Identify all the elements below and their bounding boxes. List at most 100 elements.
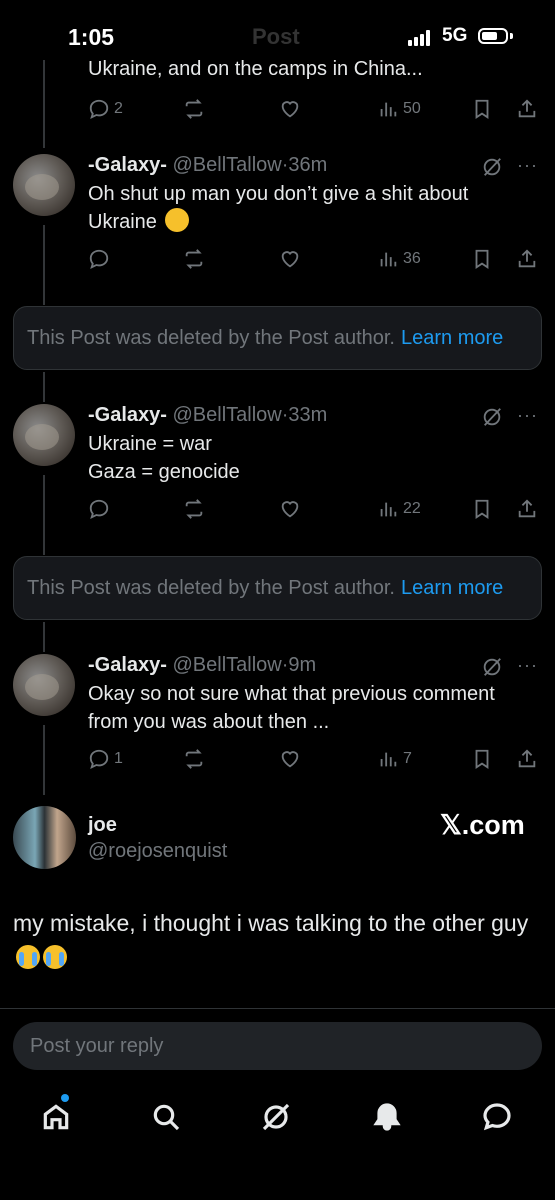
post-actions: 2 50	[88, 94, 543, 124]
view-count: 22	[403, 500, 421, 517]
view-count: 50	[403, 100, 421, 117]
battery-nub	[510, 33, 513, 39]
thread-line	[43, 372, 45, 402]
repost-icon	[185, 99, 203, 119]
battery-icon	[478, 28, 508, 44]
share-icon	[518, 499, 536, 518]
like-button[interactable]	[279, 244, 301, 274]
search-icon	[153, 1104, 180, 1131]
tab-search[interactable]	[146, 1090, 186, 1144]
avatar[interactable]	[13, 806, 76, 869]
display-name[interactable]: -Galaxy-	[88, 654, 167, 676]
reply-count: 1	[114, 750, 123, 767]
post-text-block: my mistake, i thought i was talking to t…	[13, 906, 543, 974]
views-button[interactable]: 7	[377, 744, 412, 774]
repost-icon	[185, 249, 203, 269]
avatar[interactable]	[13, 654, 75, 716]
user-handle[interactable]: @BellTallow	[173, 154, 282, 176]
deleted-text: This Post was deleted by the Post author…	[27, 576, 395, 599]
like-button[interactable]	[279, 94, 301, 124]
bookmark-button[interactable]	[471, 494, 493, 524]
views-button[interactable]: 22	[377, 494, 421, 524]
deleted-post-notice: This Post was deleted by the Post author…	[13, 306, 542, 370]
share-icon	[518, 249, 536, 268]
bookmark-button[interactable]	[471, 744, 493, 774]
reply-line: Ukraine	[88, 211, 157, 233]
crying-emoji-icon	[16, 945, 40, 969]
views-icon	[380, 502, 397, 517]
reply-button[interactable]	[88, 494, 110, 524]
share-icon	[518, 99, 536, 118]
repost-icon	[185, 499, 203, 519]
header-title: Post	[252, 24, 300, 49]
share-button[interactable]	[516, 494, 538, 524]
post-actions: 1 7	[88, 744, 543, 774]
tab-grok[interactable]	[256, 1090, 296, 1144]
share-button[interactable]	[516, 94, 538, 124]
more-icon[interactable]: ···	[517, 405, 538, 426]
avatar[interactable]	[13, 404, 75, 466]
repost-button[interactable]	[183, 494, 205, 524]
reply-button[interactable]	[88, 244, 110, 274]
grok-icon	[262, 1103, 290, 1131]
view-count: 36	[403, 250, 421, 267]
grok-icon[interactable]	[481, 156, 503, 178]
divider	[0, 1008, 555, 1009]
display-name[interactable]: -Galaxy-	[88, 154, 167, 176]
display-name[interactable]: -Galaxy-	[88, 404, 167, 426]
grok-icon[interactable]	[481, 406, 503, 428]
thread-line	[43, 225, 45, 305]
thread-line	[43, 622, 45, 652]
views-button[interactable]: 50	[377, 94, 421, 124]
post-actions: 22	[88, 494, 543, 524]
like-button[interactable]	[279, 744, 301, 774]
tab-notifications[interactable]	[367, 1090, 407, 1144]
notification-dot	[61, 1094, 69, 1102]
reply-input[interactable]: Post your reply	[13, 1022, 542, 1070]
thread-line	[43, 725, 45, 795]
user-handle[interactable]: @BellTallow	[173, 404, 282, 426]
reply-icon	[89, 749, 109, 769]
reply-header: -Galaxy- @BellTallow·33m	[88, 404, 327, 427]
timestamp: 33m	[288, 404, 328, 426]
views-icon	[380, 102, 397, 117]
repost-button[interactable]	[183, 94, 205, 124]
x-watermark: 𝕏.com	[440, 810, 525, 840]
display-name[interactable]: joe	[88, 814, 117, 837]
reply-count: 2	[114, 100, 123, 117]
learn-more-link[interactable]: Learn more	[401, 327, 503, 350]
views-icon	[380, 252, 397, 267]
share-icon	[518, 749, 536, 768]
reply-button[interactable]: 2	[88, 94, 123, 124]
bookmark-button[interactable]	[471, 244, 493, 274]
reply-icon	[89, 249, 109, 269]
bookmark-button[interactable]	[471, 94, 493, 124]
like-button[interactable]	[279, 494, 301, 524]
user-handle[interactable]: @roejosenquist	[88, 840, 227, 863]
thread-line	[43, 60, 45, 148]
share-button[interactable]	[516, 244, 538, 274]
grok-icon[interactable]	[481, 656, 503, 678]
avatar[interactable]	[13, 154, 75, 216]
timestamp: 9m	[288, 654, 317, 676]
share-button[interactable]	[516, 744, 538, 774]
view-count: 7	[403, 750, 412, 767]
user-handle[interactable]: @BellTallow	[173, 654, 282, 676]
reply-text: Oh shut up man you don’t give a shit abo…	[88, 180, 538, 236]
reply-button[interactable]: 1	[88, 744, 123, 774]
views-button[interactable]: 36	[377, 244, 421, 274]
bookmark-icon	[475, 499, 489, 519]
bookmark-icon	[475, 99, 489, 119]
repost-button[interactable]	[183, 744, 205, 774]
post-text: my mistake, i thought i was talking to t…	[13, 910, 529, 936]
notifications-icon	[373, 1103, 401, 1131]
tab-messages[interactable]	[477, 1090, 517, 1144]
more-icon[interactable]: ···	[517, 155, 538, 176]
more-icon[interactable]: ···	[517, 655, 538, 676]
repost-button[interactable]	[183, 244, 205, 274]
tab-home[interactable]	[36, 1090, 76, 1144]
reply-header: -Galaxy- @BellTallow·9m	[88, 654, 316, 677]
reply-line: Ukraine = war	[88, 433, 212, 455]
learn-more-link[interactable]: Learn more	[401, 577, 503, 600]
deleted-text: This Post was deleted by the Post author…	[27, 326, 395, 349]
